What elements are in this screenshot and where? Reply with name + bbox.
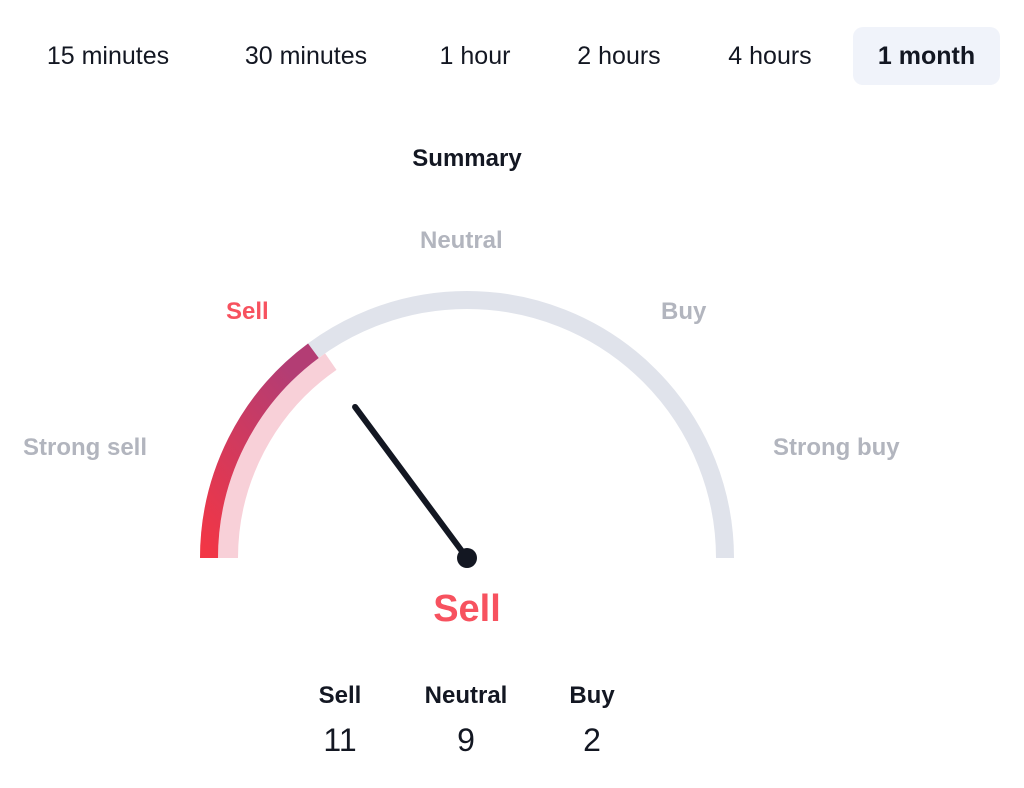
count-sell-label: Sell [318, 682, 362, 709]
gauge-track [200, 291, 734, 559]
count-neutral-value: 9 [457, 722, 475, 758]
count-sell-value: 11 [323, 722, 357, 758]
count-neutral-label: Neutral [424, 682, 508, 709]
gauge-result: Sell [433, 588, 501, 630]
gauge-needle [352, 403, 470, 561]
count-neutral: Neutral 9 [396, 680, 536, 759]
count-buy-value: 2 [583, 722, 601, 758]
count-buy: Buy 2 [522, 680, 662, 759]
sentiment-gauge [200, 291, 734, 568]
count-buy-label: Buy [569, 682, 615, 709]
gauge-needle-hub [457, 548, 477, 568]
count-sell: Sell 11 [270, 680, 410, 759]
